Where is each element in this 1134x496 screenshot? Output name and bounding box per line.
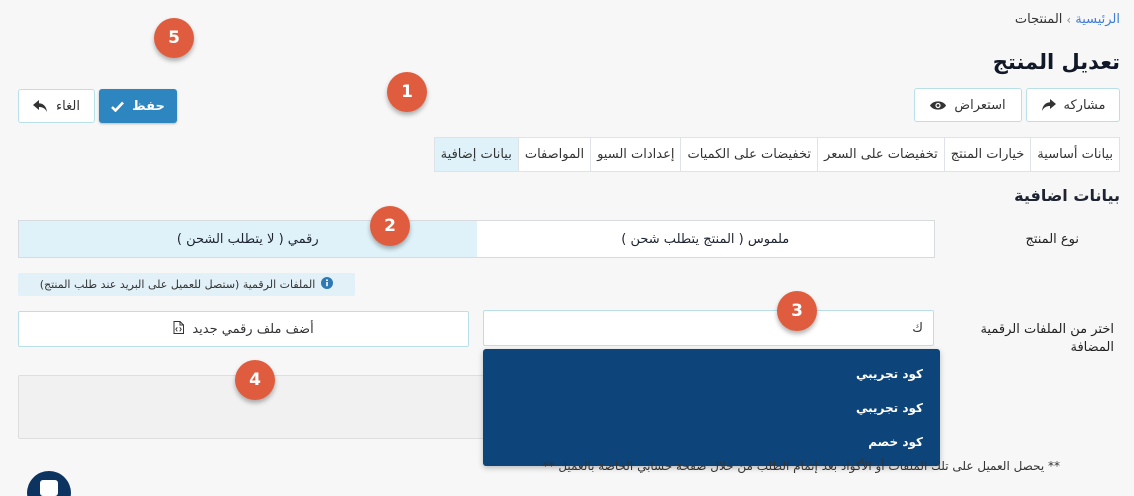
info-icon — [321, 277, 334, 292]
add-file-button-label: أضف ملف رقمي جديد — [192, 321, 314, 337]
chat-icon — [40, 480, 58, 496]
breadcrumb-current: المنتجات — [1014, 12, 1063, 27]
breadcrumb: الرئيسية › المنتجات — [1015, 12, 1120, 27]
digital-files-notice-text: الملفات الرقمية (ستصل للعميل على البريد … — [39, 278, 316, 291]
cancel-button[interactable]: الغاء — [18, 89, 95, 123]
tab-basic-data[interactable]: بيانات أساسية — [1030, 138, 1119, 171]
share-button-label: مشاركه — [1063, 97, 1106, 113]
step-marker-3: 3 — [777, 291, 817, 331]
share-button[interactable]: مشاركه — [1026, 88, 1120, 122]
preview-button[interactable]: استعراض — [914, 88, 1022, 122]
dropdown-option-trial-code-2[interactable]: كود تجريبي — [483, 391, 940, 425]
chevron-left-icon: › — [1066, 12, 1072, 27]
dropdown-option-discount-code[interactable]: كود خصم — [483, 425, 940, 459]
physical-option[interactable]: ملموس ( المنتج يتطلب شحن ) — [477, 221, 935, 257]
digital-files-dropdown: كود تجريبي كود تجريبي كود خصم — [483, 349, 940, 466]
check-icon — [111, 101, 125, 112]
page-title: تعديل المنتج — [992, 50, 1120, 74]
add-digital-file-button[interactable]: أضف ملف رقمي جديد — [18, 311, 469, 347]
cancel-button-label: الغاء — [56, 98, 80, 114]
tab-seo-settings[interactable]: إعدادات السيو — [590, 138, 680, 171]
tab-product-options[interactable]: خيارات المنتج — [943, 138, 1031, 171]
product-type-toggle: رقمي ( لا يتطلب الشحن ) ملموس ( المنتج ي… — [18, 220, 935, 258]
dropdown-option-trial-code-1[interactable]: كود تجريبي — [483, 357, 940, 391]
file-code-icon — [173, 320, 185, 338]
digital-files-search-input[interactable] — [483, 310, 934, 346]
preview-button-label: استعراض — [954, 97, 1006, 113]
step-marker-2: 2 — [370, 206, 410, 246]
save-button-label: حفظ — [132, 98, 165, 114]
tab-bar: بيانات أساسية خيارات المنتج تخفيضات على … — [433, 137, 1120, 172]
digital-files-label: اختر من الملفات الرقمية المضافة — [980, 322, 1114, 355]
breadcrumb-home-link[interactable]: الرئيسية — [1075, 12, 1120, 27]
eye-icon — [930, 100, 947, 111]
step-marker-5: 5 — [154, 18, 194, 58]
product-type-label: نوع المنتج — [1025, 232, 1079, 247]
footnote: ** يحصل العميل على تلك الملفات أو الأكوا… — [542, 459, 1060, 473]
chat-widget-button[interactable] — [27, 471, 71, 496]
step-marker-4: 4 — [235, 360, 275, 400]
share-arrow-icon — [1041, 98, 1056, 112]
step-marker-1: 1 — [387, 72, 427, 112]
tab-additional-data[interactable]: بيانات إضافية — [434, 138, 518, 171]
digital-files-notice: الملفات الرقمية (ستصل للعميل على البريد … — [18, 273, 355, 296]
tab-specifications[interactable]: المواصفات — [517, 138, 590, 171]
tab-quantity-discounts[interactable]: تخفيضات على الكميات — [680, 138, 817, 171]
save-button[interactable]: حفظ — [99, 89, 177, 123]
tab-price-discounts[interactable]: تخفيضات على السعر — [817, 138, 944, 171]
reply-arrow-icon — [33, 99, 48, 113]
section-title: بيانات اضافية — [1014, 186, 1120, 205]
